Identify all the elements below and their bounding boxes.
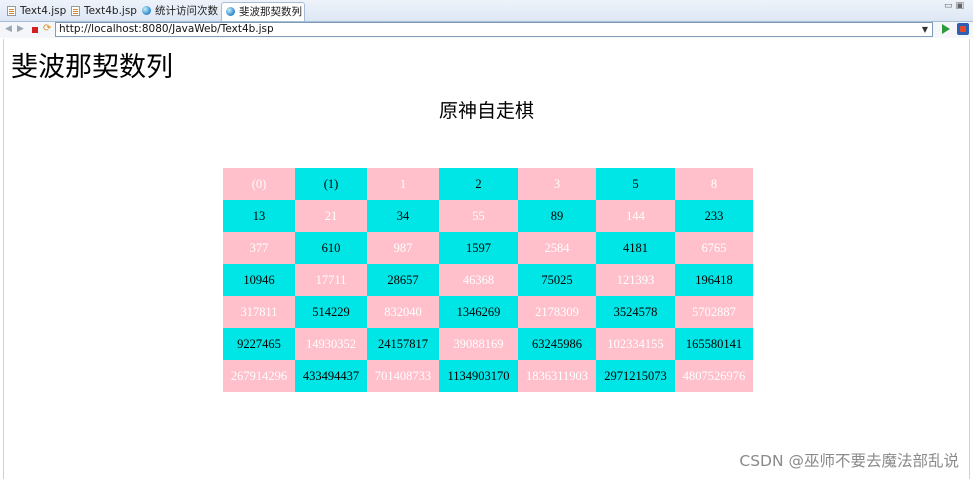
fibonacci-cell: 8: [675, 168, 753, 200]
fibonacci-cell: 5702887: [675, 296, 753, 328]
tab-fibonacci[interactable]: 斐波那契数列 ✕: [221, 2, 305, 21]
fibonacci-cell: 610: [295, 232, 367, 264]
fibonacci-cell: 75025: [518, 264, 596, 296]
fibonacci-cell: 2584: [518, 232, 596, 264]
fibonacci-cell: 1597: [439, 232, 518, 264]
fibonacci-cell: 1134903170: [439, 360, 518, 392]
tab-visit-count[interactable]: 统计访问次数: [138, 2, 220, 21]
tab-text4-jsp[interactable]: Text4.jsp: [3, 2, 67, 21]
fibonacci-cell: 196418: [675, 264, 753, 296]
fibonacci-cell: 2: [439, 168, 518, 200]
fibonacci-cell: 89: [518, 200, 596, 232]
tab-label: Text4b.jsp: [84, 5, 137, 17]
maximize-icon[interactable]: ▣: [955, 1, 967, 11]
fibonacci-cell: 2178309: [518, 296, 596, 328]
chevron-down-icon[interactable]: ▼: [922, 23, 928, 36]
fibonacci-cell: 34: [367, 200, 439, 232]
fibonacci-cell: 28657: [367, 264, 439, 296]
fibonacci-cell: 55: [439, 200, 518, 232]
web-browser-icon: [226, 7, 235, 16]
window-controls: ▭▣: [944, 1, 967, 11]
web-browser-icon: [142, 6, 151, 15]
table-row: (0) (1) 1 2 3 5 8: [223, 168, 753, 200]
fibonacci-cell: 4807526976: [675, 360, 753, 392]
close-tab-icon[interactable]: ✕: [292, 3, 300, 21]
fibonacci-cell: 9227465: [223, 328, 295, 360]
page-title: 斐波那契数列: [11, 52, 173, 83]
fibonacci-cell: 144: [596, 200, 675, 232]
fibonacci-cell: 102334155: [596, 328, 675, 360]
tab-text4b-jsp[interactable]: Text4b.jsp: [67, 2, 137, 21]
fibonacci-cell: 165580141: [675, 328, 753, 360]
fibonacci-cell: 121393: [596, 264, 675, 296]
fibonacci-cell: 21: [295, 200, 367, 232]
fibonacci-cell: 5: [596, 168, 675, 200]
fibonacci-cell: 13: [223, 200, 295, 232]
fibonacci-cell: 3: [518, 168, 596, 200]
back-arrow-icon[interactable]: ◀: [5, 25, 12, 34]
fibonacci-cell: 514229: [295, 296, 367, 328]
table-row: 13 21 34 55 89 144 233: [223, 200, 753, 232]
url-input[interactable]: http://localhost:8080/JavaWeb/Text4b.jsp…: [55, 22, 933, 37]
page-subtitle: 原神自走棋: [438, 100, 534, 122]
fibonacci-cell: 1346269: [439, 296, 518, 328]
csdn-watermark: CSDN @巫师不要去魔法部乱说: [739, 452, 959, 470]
fibonacci-cell: 1: [367, 168, 439, 200]
fibonacci-cell: 14930352: [295, 328, 367, 360]
table-row: 377 610 987 1597 2584 4181 6765: [223, 232, 753, 264]
jsp-file-icon: [7, 6, 16, 16]
fibonacci-cell: (1): [295, 168, 367, 200]
fibonacci-cell: (0): [223, 168, 295, 200]
forward-arrow-icon[interactable]: ▶: [17, 25, 24, 34]
tab-label: Text4.jsp: [20, 5, 67, 17]
fibonacci-cell: 17711: [295, 264, 367, 296]
refresh-icon[interactable]: ⟳: [43, 24, 51, 34]
fibonacci-cell: 701408733: [367, 360, 439, 392]
go-icon[interactable]: [942, 24, 950, 34]
table-row: 317811 514229 832040 1346269 2178309 3524578 5…: [223, 296, 753, 328]
fibonacci-cell: 10946: [223, 264, 295, 296]
fibonacci-cell: 6765: [675, 232, 753, 264]
minimize-icon[interactable]: ▭: [944, 1, 956, 11]
fibonacci-cell: 377: [223, 232, 295, 264]
fibonacci-cell: 2971215073: [596, 360, 675, 392]
fibonacci-cell: 267914296: [223, 360, 295, 392]
fibonacci-cell: 3524578: [596, 296, 675, 328]
fibonacci-cell: 987: [367, 232, 439, 264]
table-row: 9227465 14930352 24157817 39088169 63245986 1…: [223, 328, 753, 360]
fibonacci-cell: 1836311903: [518, 360, 596, 392]
fibonacci-cell: 233: [675, 200, 753, 232]
stop-icon[interactable]: [32, 27, 38, 33]
fibonacci-cell: 433494437: [295, 360, 367, 392]
fibonacci-cell: 46368: [439, 264, 518, 296]
url-text: http://localhost:8080/JavaWeb/Text4b.jsp: [59, 23, 274, 35]
fibonacci-table: (0) (1) 1 2 3 5 8 13 21 34 55 89 144 233 377 610 987 1597…: [223, 168, 753, 392]
fibonacci-cell: 63245986: [518, 328, 596, 360]
external-browser-icon[interactable]: [957, 23, 969, 35]
fibonacci-cell: 4181: [596, 232, 675, 264]
fibonacci-cell: 317811: [223, 296, 295, 328]
jsp-file-icon: [71, 6, 80, 16]
fibonacci-cell: 832040: [367, 296, 439, 328]
table-row: 267914296 433494437 701408733 1134903170 183…: [223, 360, 753, 392]
fibonacci-cell: 39088169: [439, 328, 518, 360]
table-row: 10946 17711 28657 46368 75025 121393 196418: [223, 264, 753, 296]
tab-label: 统计访问次数: [155, 5, 218, 17]
fibonacci-cell: 24157817: [367, 328, 439, 360]
editor-tab-bar: Text4.jsp Text4b.jsp 统计访问次数 斐波那契数列 ✕ ▭▣: [0, 0, 973, 22]
